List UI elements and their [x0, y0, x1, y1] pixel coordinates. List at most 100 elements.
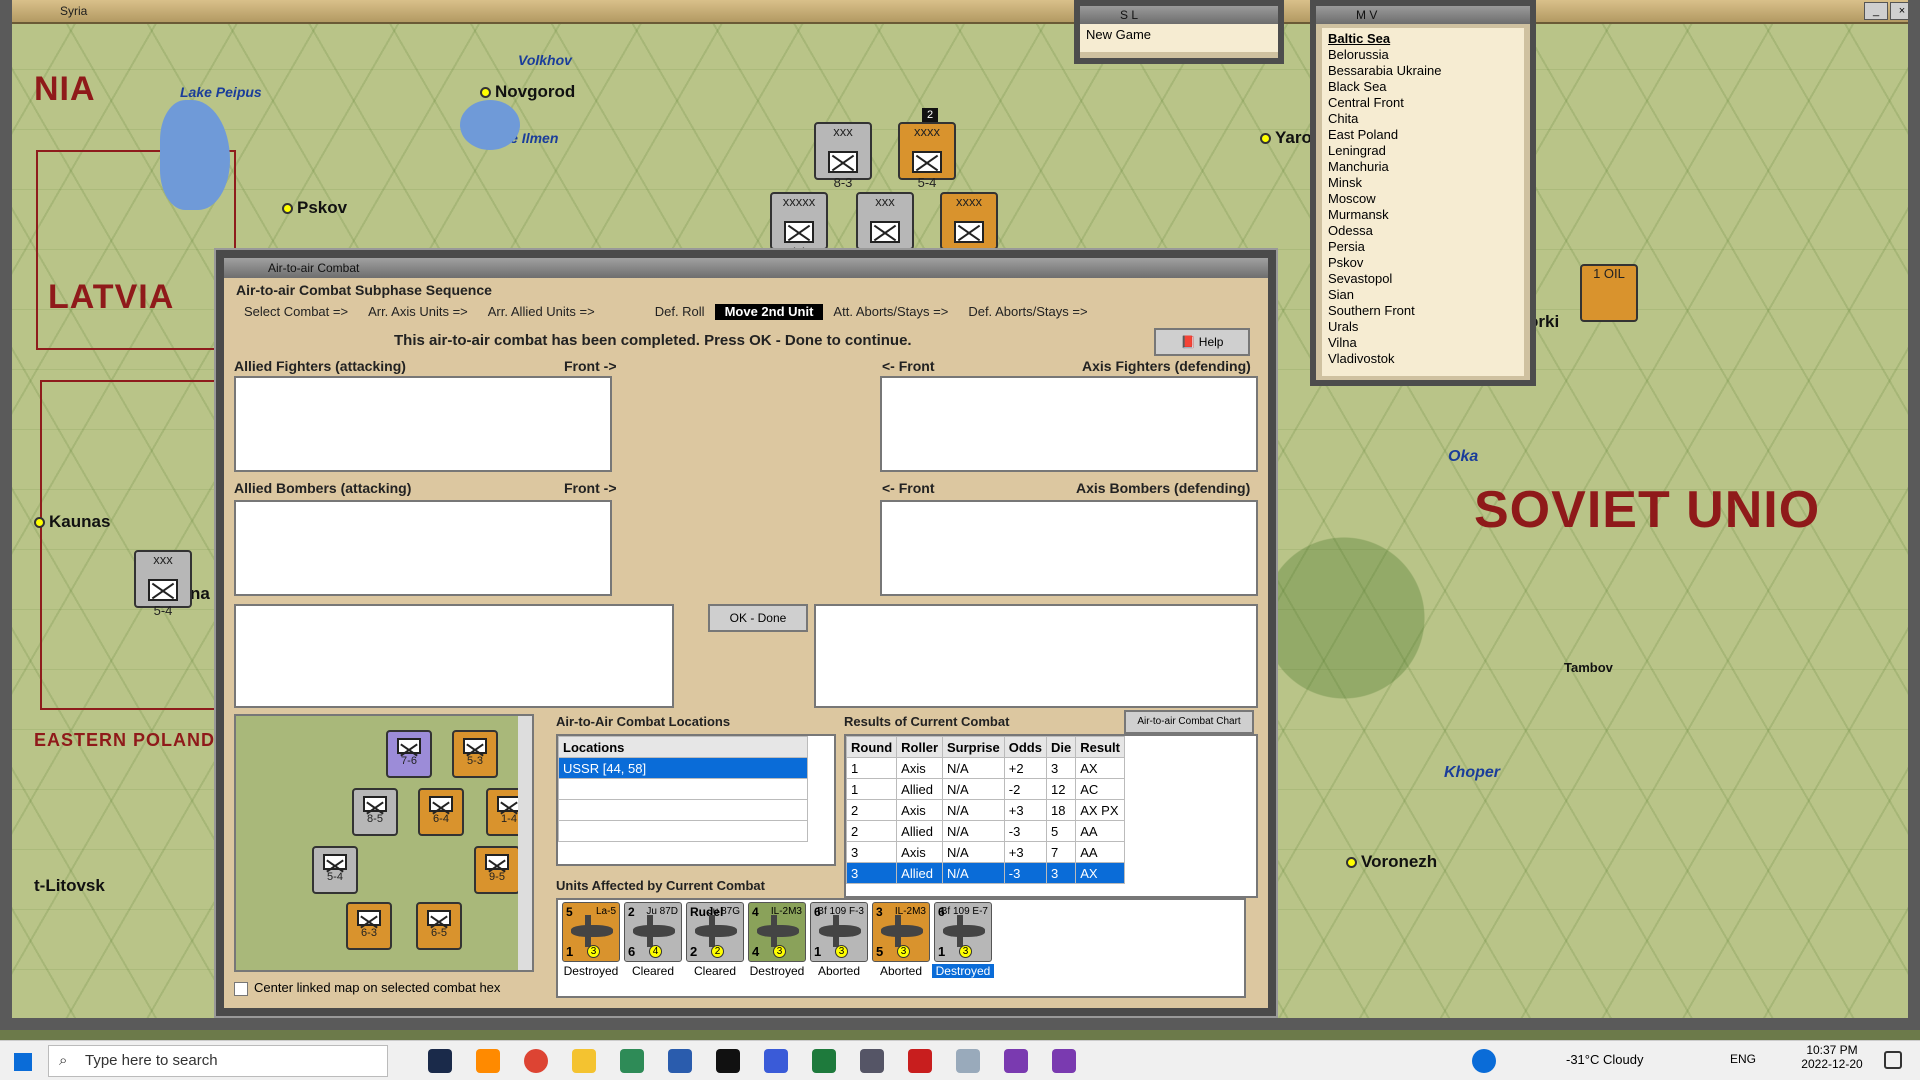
- mv-list-item[interactable]: Pskov: [1328, 255, 1518, 271]
- language-indicator[interactable]: ENG: [1730, 1052, 1756, 1066]
- mv-list-item[interactable]: Vilna: [1328, 335, 1518, 351]
- results-cell: -3: [1003, 862, 1047, 884]
- close-icon[interactable]: ×: [1890, 2, 1914, 20]
- weather-text[interactable]: -31°C Cloudy: [1566, 1052, 1643, 1067]
- unit-counter[interactable]: xxx7-6: [856, 192, 914, 260]
- mv-list-item[interactable]: Murmansk: [1328, 207, 1518, 223]
- mv-list-item[interactable]: Minsk: [1328, 175, 1518, 191]
- city-tambov[interactable]: Tambov: [1564, 660, 1613, 675]
- city-pskov[interactable]: Pskov: [282, 198, 347, 218]
- results-cell: +2: [1003, 757, 1047, 779]
- mv-list-item[interactable]: Leningrad: [1328, 143, 1518, 159]
- results-row[interactable]: 3 Axis N/A +3 7 AA: [845, 841, 1125, 863]
- mv-list-item[interactable]: Odessa: [1328, 223, 1518, 239]
- ok-done-button[interactable]: OK - Done: [708, 604, 808, 632]
- mini-map-counter[interactable]: 6-3: [346, 902, 392, 950]
- oil-resource-counter[interactable]: 1 OIL: [1580, 264, 1638, 322]
- axis-bombers-box[interactable]: [880, 500, 1258, 596]
- mv-list-item[interactable]: Bessarabia Ukraine: [1328, 63, 1518, 79]
- steam-icon[interactable]: [428, 1049, 452, 1073]
- mini-map-counter[interactable]: 7-6: [386, 730, 432, 778]
- windows-start-icon[interactable]: [14, 1053, 32, 1071]
- mv-list-item[interactable]: Baltic Sea: [1328, 31, 1518, 47]
- mv-list-item[interactable]: Belorussia: [1328, 47, 1518, 63]
- mini-map-counter[interactable]: 6-4: [418, 788, 464, 836]
- acrobat-icon[interactable]: [908, 1049, 932, 1073]
- help-button[interactable]: 📕 Help: [1154, 328, 1250, 356]
- mini-map-counter[interactable]: 5-3: [452, 730, 498, 778]
- clock[interactable]: 10:37 PM 2022-12-20: [1792, 1043, 1872, 1071]
- mini-map[interactable]: 7-6 5-3 8-5 6-4 1-4 5-4 9-5 6-3 6-5: [234, 714, 534, 972]
- air-unit-counter[interactable]: Ju 87G Rudel 2 2: [686, 902, 744, 962]
- city-brest-litovsk[interactable]: t-Litovsk: [34, 876, 105, 896]
- file-explorer-icon[interactable]: [572, 1049, 596, 1073]
- mv-list-item[interactable]: East Poland: [1328, 127, 1518, 143]
- unit-strength: 4: [752, 944, 760, 959]
- mini-map-scrollbar[interactable]: [518, 716, 532, 970]
- help-icon[interactable]: [1472, 1049, 1496, 1073]
- unit-top: Rudel: [690, 905, 724, 919]
- locations-list[interactable]: Locations USSR [44, 58]: [556, 734, 836, 866]
- allied-bombers-box[interactable]: [234, 500, 612, 596]
- mv-window-title: M V: [1316, 6, 1530, 24]
- unit-counter[interactable]: xxxx6-3: [940, 192, 998, 260]
- results-row[interactable]: 1 Allied N/A -2 12 AC: [845, 778, 1125, 800]
- results-row[interactable]: 2 Allied N/A -3 5 AA: [845, 820, 1125, 842]
- unit-counter[interactable]: xxx 5-4: [134, 550, 192, 618]
- air-unit-counter[interactable]: Bf 109 E-7 6 1 3: [934, 902, 992, 962]
- minimize-button[interactable]: _: [1864, 2, 1888, 20]
- mv-list-item[interactable]: Black Sea: [1328, 79, 1518, 95]
- excel-icon[interactable]: [812, 1049, 836, 1073]
- air-unit-counter[interactable]: Bf 109 F-3 6 1 3: [810, 902, 868, 962]
- results-row[interactable]: 2 Axis N/A +3 18 AX PX: [845, 799, 1125, 821]
- air-unit-counter[interactable]: IL-2M3 3 5 3: [872, 902, 930, 962]
- mv-list-item[interactable]: Moscow: [1328, 191, 1518, 207]
- netflix-icon[interactable]: [716, 1049, 740, 1073]
- vlc-icon[interactable]: [476, 1049, 500, 1073]
- air-unit-counter[interactable]: IL-2M3 4 4 3: [748, 902, 806, 962]
- axis-fighters-box[interactable]: [880, 376, 1258, 472]
- game-icon-2[interactable]: [1052, 1049, 1076, 1073]
- mv-list-item[interactable]: Vladivostok: [1328, 351, 1518, 367]
- mini-map-counter[interactable]: 5-4: [312, 846, 358, 894]
- air-unit-counter[interactable]: La-5 5 1 3: [562, 902, 620, 962]
- mini-map-counter[interactable]: 9-5: [474, 846, 520, 894]
- mv-list-item[interactable]: Sevastopol: [1328, 271, 1518, 287]
- unit-counter[interactable]: xxxx 5-4: [898, 122, 956, 190]
- air-unit-counter[interactable]: Ju 87D 2 6 4: [624, 902, 682, 962]
- unit-counter[interactable]: xxx 8-3: [814, 122, 872, 190]
- location-item[interactable]: USSR [44, 58]: [558, 757, 808, 779]
- mv-list-item[interactable]: Sian: [1328, 287, 1518, 303]
- unit-counter[interactable]: xxxxx5(2)3: [770, 192, 828, 260]
- results-row[interactable]: 3 Allied N/A -3 3 AX: [845, 862, 1125, 884]
- search-input[interactable]: ⌕ Type here to search: [48, 1045, 388, 1077]
- mv-list[interactable]: Baltic Sea Belorussia Bessarabia Ukraine Bl…: [1322, 28, 1524, 376]
- notification-icon[interactable]: [1884, 1051, 1902, 1069]
- city-novgorod[interactable]: Novgorod: [480, 82, 575, 102]
- chrome-icon[interactable]: [524, 1049, 548, 1073]
- allied-fighters-box[interactable]: [234, 376, 612, 472]
- mv-list-item[interactable]: Southern Front: [1328, 303, 1518, 319]
- mv-list-item[interactable]: Chita: [1328, 111, 1518, 127]
- mv-list-item[interactable]: Persia: [1328, 239, 1518, 255]
- word-icon[interactable]: [668, 1049, 692, 1073]
- results-row[interactable]: 1 Axis N/A +2 3 AX: [845, 757, 1125, 779]
- city-kaunas[interactable]: Kaunas: [34, 512, 110, 532]
- sl-item[interactable]: New Game: [1080, 24, 1278, 52]
- city-yaro[interactable]: Yaro: [1260, 128, 1312, 148]
- center-map-checkbox[interactable]: [234, 982, 248, 996]
- disney-icon[interactable]: [764, 1049, 788, 1073]
- mv-list-item[interactable]: Urals: [1328, 319, 1518, 335]
- results-table: Round Roller Surprise Odds Die Result 1 Axis N/A…: [844, 734, 1258, 898]
- city-voronezh[interactable]: Voronezh: [1346, 852, 1437, 872]
- game-icon[interactable]: [1004, 1049, 1028, 1073]
- calculator-icon[interactable]: [860, 1049, 884, 1073]
- window-icon[interactable]: [956, 1049, 980, 1073]
- combat-chart-button[interactable]: Air-to-air Combat Chart: [1124, 710, 1254, 734]
- mini-map-counter[interactable]: 6-5: [416, 902, 462, 950]
- mv-list-item[interactable]: Central Front: [1328, 95, 1518, 111]
- notepad-icon[interactable]: [620, 1049, 644, 1073]
- city-partial[interactable]: na: [190, 584, 210, 604]
- mini-map-counter[interactable]: 8-5: [352, 788, 398, 836]
- mv-list-item[interactable]: Manchuria: [1328, 159, 1518, 175]
